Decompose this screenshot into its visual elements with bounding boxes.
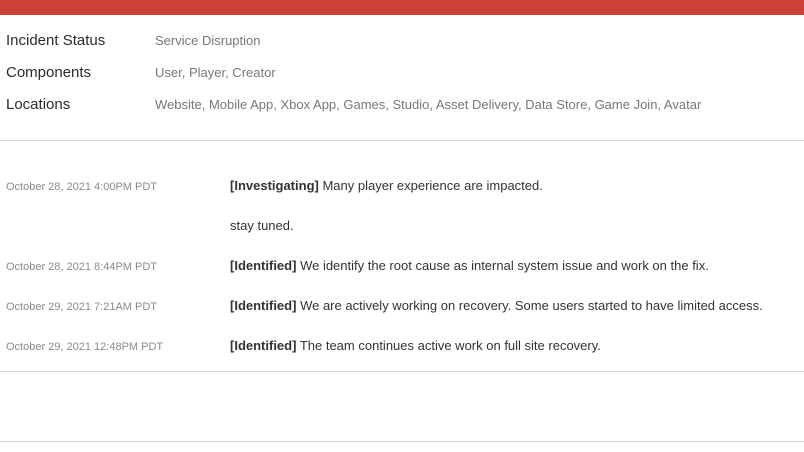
update-message: Many player experience are impacted. <box>322 178 543 193</box>
update-message: We identify the root cause as internal s… <box>300 258 709 273</box>
components-label: Components <box>6 64 92 81</box>
status-header-bar <box>0 0 804 15</box>
update-entry: October 29, 2021 7:21AM PDT [Identified]… <box>0 298 804 318</box>
update-entry: stay tuned. <box>0 218 804 238</box>
update-message: stay tuned. <box>230 218 294 233</box>
update-message: The team continues active work on full s… <box>299 338 601 353</box>
locations-row: Locations Website, Mobile App, Xbox App,… <box>0 96 804 120</box>
update-text: [Identified] We identify the root cause … <box>230 258 709 273</box>
components-value: User, Player, Creator <box>155 65 276 80</box>
update-text: [Identified] We are actively working on … <box>230 298 763 313</box>
update-timestamp: October 29, 2021 7:21AM PDT <box>6 301 158 313</box>
update-timestamp: October 28, 2021 4:00PM PDT <box>6 181 158 193</box>
components-row: Components User, Player, Creator <box>0 64 804 88</box>
update-status-tag: [Identified] <box>230 298 297 313</box>
update-entry: October 29, 2021 12:48PM PDT [Identified… <box>0 338 804 358</box>
update-timestamp: October 29, 2021 12:48PM PDT <box>6 341 164 353</box>
update-text: stay tuned. <box>230 218 294 233</box>
incident-status-row: Incident Status Service Disruption <box>0 32 804 56</box>
details-divider <box>0 140 804 141</box>
locations-label: Locations <box>6 96 71 113</box>
update-status-tag: [Identified] <box>230 338 297 353</box>
update-entry: October 28, 2021 8:44PM PDT [Identified]… <box>0 258 804 278</box>
update-entry: October 28, 2021 4:00PM PDT [Investigati… <box>0 178 804 198</box>
update-text: [Investigating] Many player experience a… <box>230 178 543 193</box>
footer-divider <box>0 441 804 442</box>
update-status-tag: [Identified] <box>230 258 297 273</box>
update-status-tag: [Investigating] <box>230 178 319 193</box>
update-timestamp: October 28, 2021 8:44PM PDT <box>6 261 158 273</box>
updates-divider <box>0 371 804 372</box>
incident-status-label: Incident Status <box>6 32 106 49</box>
update-text: [Identified] The team continues active w… <box>230 338 601 353</box>
update-message: We are actively working on recovery. Som… <box>300 298 763 313</box>
locations-value: Website, Mobile App, Xbox App, Games, St… <box>155 97 702 112</box>
incident-status-value: Service Disruption <box>155 33 261 48</box>
